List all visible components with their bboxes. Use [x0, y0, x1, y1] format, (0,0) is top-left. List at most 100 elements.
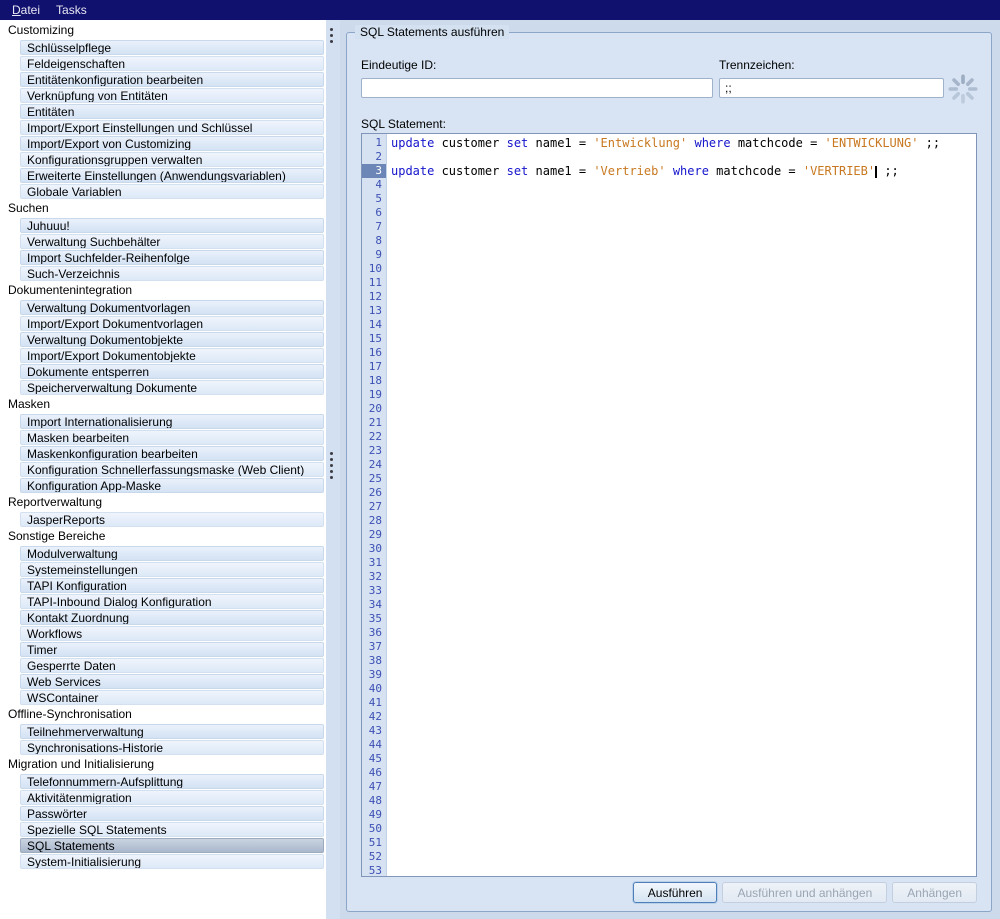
menu-datei[interactable]: Datei	[4, 1, 48, 19]
sql-groupbox: SQL Statements ausführen Eindeutige ID: …	[346, 32, 992, 912]
line-number: 39	[362, 668, 386, 682]
sidebar-item-import-suchfelder-reihenfolge[interactable]: Import Suchfelder-Reihenfolge	[20, 250, 324, 265]
sidebar-item-dokumente-entsperren[interactable]: Dokumente entsperren	[20, 364, 324, 379]
line-number: 22	[362, 430, 386, 444]
line-number: 46	[362, 766, 386, 780]
sidebar-section-migration-und-initialisierung[interactable]: Migration und Initialisierung	[0, 756, 326, 773]
code-line: update customer set name1 = 'Vertrieb' w…	[391, 164, 976, 178]
sidebar-item-sql-statements[interactable]: SQL Statements	[20, 838, 324, 853]
sidebar-item-workflows[interactable]: Workflows	[20, 626, 324, 641]
sidebar-section-suchen[interactable]: Suchen	[0, 200, 326, 217]
line-number: 33	[362, 584, 386, 598]
line-number: 14	[362, 318, 386, 332]
line-number: 43	[362, 724, 386, 738]
sidebar-item-modulverwaltung[interactable]: Modulverwaltung	[20, 546, 324, 561]
line-number: 27	[362, 500, 386, 514]
line-number: 28	[362, 514, 386, 528]
sidebar-item-speicherverwaltung-dokumente[interactable]: Speicherverwaltung Dokumente	[20, 380, 324, 395]
line-number: 51	[362, 836, 386, 850]
separator-input[interactable]	[719, 78, 944, 98]
sidebar-item-web-services[interactable]: Web Services	[20, 674, 324, 689]
sidebar-item-wscontainer[interactable]: WSContainer	[20, 690, 324, 705]
sidebar-section-dokumentenintegration[interactable]: Dokumentenintegration	[0, 282, 326, 299]
menu-tasks[interactable]: Tasks	[48, 1, 95, 19]
sidebar-item-import-export-einstellungen-und-schl-ssel[interactable]: Import/Export Einstellungen und Schlüsse…	[20, 120, 324, 135]
sidebar-item-tapi-konfiguration[interactable]: TAPI Konfiguration	[20, 578, 324, 593]
sidebar-item-konfiguration-schnellerfassungsmaske-web-client[interactable]: Konfiguration Schnellerfassungsmaske (We…	[20, 462, 324, 477]
line-number: 31	[362, 556, 386, 570]
line-number: 29	[362, 528, 386, 542]
sidebar-item-gesperrte-daten[interactable]: Gesperrte Daten	[20, 658, 324, 673]
sidebar-item-verwaltung-dokumentobjekte[interactable]: Verwaltung Dokumentobjekte	[20, 332, 324, 347]
sidebar-item-konfiguration-app-maske[interactable]: Konfiguration App-Maske	[20, 478, 324, 493]
sidebar-item-spezielle-sql-statements[interactable]: Spezielle SQL Statements	[20, 822, 324, 837]
sidebar-item-aktivit-tenmigration[interactable]: Aktivitätenmigration	[20, 790, 324, 805]
code-area[interactable]: update customer set name1 = 'Entwicklung…	[387, 134, 976, 876]
line-number: 9	[362, 248, 386, 262]
button-bar: AusführenAusführen und anhängenAnhängen	[633, 882, 977, 903]
sidebar-item-verwaltung-dokumentvorlagen[interactable]: Verwaltung Dokumentvorlagen	[20, 300, 324, 315]
sidebar: CustomizingSchlüsselpflegeFeldeigenschaf…	[0, 20, 326, 919]
sidebar-item-schl-sselpflege[interactable]: Schlüsselpflege	[20, 40, 324, 55]
button-ausf-hren-und-anh-ngen[interactable]: Ausführen und anhängen	[722, 882, 887, 903]
sidebar-item-import-export-dokumentvorlagen[interactable]: Import/Export Dokumentvorlagen	[20, 316, 324, 331]
button-ausf-hren[interactable]: Ausführen	[633, 882, 718, 903]
splitter-grip-middle[interactable]	[330, 452, 333, 479]
line-number: 30	[362, 542, 386, 556]
sidebar-item-telefonnummern-aufsplittung[interactable]: Telefonnummern-Aufsplittung	[20, 774, 324, 789]
sidebar-item-systemeinstellungen[interactable]: Systemeinstellungen	[20, 562, 324, 577]
sidebar-item-globale-variablen[interactable]: Globale Variablen	[20, 184, 324, 199]
sidebar-section-sonstige-bereiche[interactable]: Sonstige Bereiche	[0, 528, 326, 545]
sidebar-item-teilnehmerverwaltung[interactable]: Teilnehmerverwaltung	[20, 724, 324, 739]
sidebar-item-masken-bearbeiten[interactable]: Masken bearbeiten	[20, 430, 324, 445]
sql-editor[interactable]: 1234567891011121314151617181920212223242…	[361, 133, 977, 877]
unique-id-input[interactable]	[361, 78, 713, 98]
sidebar-item-juhuuu[interactable]: Juhuuu!	[20, 218, 324, 233]
unique-id-label: Eindeutige ID:	[361, 58, 436, 72]
line-number: 17	[362, 360, 386, 374]
line-number: 32	[362, 570, 386, 584]
sidebar-item-such-verzeichnis[interactable]: Such-Verzeichnis	[20, 266, 324, 281]
sidebar-item-konfigurationsgruppen-verwalten[interactable]: Konfigurationsgruppen verwalten	[20, 152, 324, 167]
line-number: 52	[362, 850, 386, 864]
line-number: 3	[362, 164, 386, 178]
button-anh-ngen[interactable]: Anhängen	[892, 882, 977, 903]
code-line	[391, 150, 976, 164]
line-number: 42	[362, 710, 386, 724]
sidebar-section-reportverwaltung[interactable]: Reportverwaltung	[0, 494, 326, 511]
line-number: 26	[362, 486, 386, 500]
sidebar-item-import-export-dokumentobjekte[interactable]: Import/Export Dokumentobjekte	[20, 348, 324, 363]
line-number: 47	[362, 780, 386, 794]
sidebar-item-jasperreports[interactable]: JasperReports	[20, 512, 324, 527]
sidebar-item-entit-tenkonfiguration-bearbeiten[interactable]: Entitätenkonfiguration bearbeiten	[20, 72, 324, 87]
sidebar-item-import-internationalisierung[interactable]: Import Internationalisierung	[20, 414, 324, 429]
sidebar-item-verkn-pfung-von-entit-ten[interactable]: Verknüpfung von Entitäten	[20, 88, 324, 103]
line-number: 16	[362, 346, 386, 360]
splitter-grip-top[interactable]	[330, 28, 333, 43]
sidebar-item-maskenkonfiguration-bearbeiten[interactable]: Maskenkonfiguration bearbeiten	[20, 446, 324, 461]
sidebar-section-customizing[interactable]: Customizing	[0, 22, 326, 39]
sidebar-item-passw-rter[interactable]: Passwörter	[20, 806, 324, 821]
line-number: 48	[362, 794, 386, 808]
sidebar-item-entit-ten[interactable]: Entitäten	[20, 104, 324, 119]
line-number: 11	[362, 276, 386, 290]
sidebar-section-masken[interactable]: Masken	[0, 396, 326, 413]
sidebar-item-erweiterte-einstellungen-anwendungsvariablen[interactable]: Erweiterte Einstellungen (Anwendungsvari…	[20, 168, 324, 183]
sidebar-item-system-initialisierung[interactable]: System-Initialisierung	[20, 854, 324, 869]
sidebar-item-verwaltung-suchbeh-lter[interactable]: Verwaltung Suchbehälter	[20, 234, 324, 249]
sidebar-item-tapi-inbound-dialog-konfiguration[interactable]: TAPI-Inbound Dialog Konfiguration	[20, 594, 324, 609]
sidebar-item-kontakt-zuordnung[interactable]: Kontakt Zuordnung	[20, 610, 324, 625]
sidebar-list: CustomizingSchlüsselpflegeFeldeigenschaf…	[0, 20, 326, 869]
main-panel: SQL Statements ausführen Eindeutige ID: …	[340, 20, 1000, 919]
line-number: 20	[362, 402, 386, 416]
sidebar-item-timer[interactable]: Timer	[20, 642, 324, 657]
splitter[interactable]	[326, 20, 340, 919]
sidebar-item-import-export-von-customizing[interactable]: Import/Export von Customizing	[20, 136, 324, 151]
sidebar-item-feldeigenschaften[interactable]: Feldeigenschaften	[20, 56, 324, 71]
sidebar-section-offline-synchronisation[interactable]: Offline-Synchronisation	[0, 706, 326, 723]
line-number: 6	[362, 206, 386, 220]
line-number: 19	[362, 388, 386, 402]
sidebar-item-synchronisations-historie[interactable]: Synchronisations-Historie	[20, 740, 324, 755]
line-number: 49	[362, 808, 386, 822]
line-number: 36	[362, 626, 386, 640]
